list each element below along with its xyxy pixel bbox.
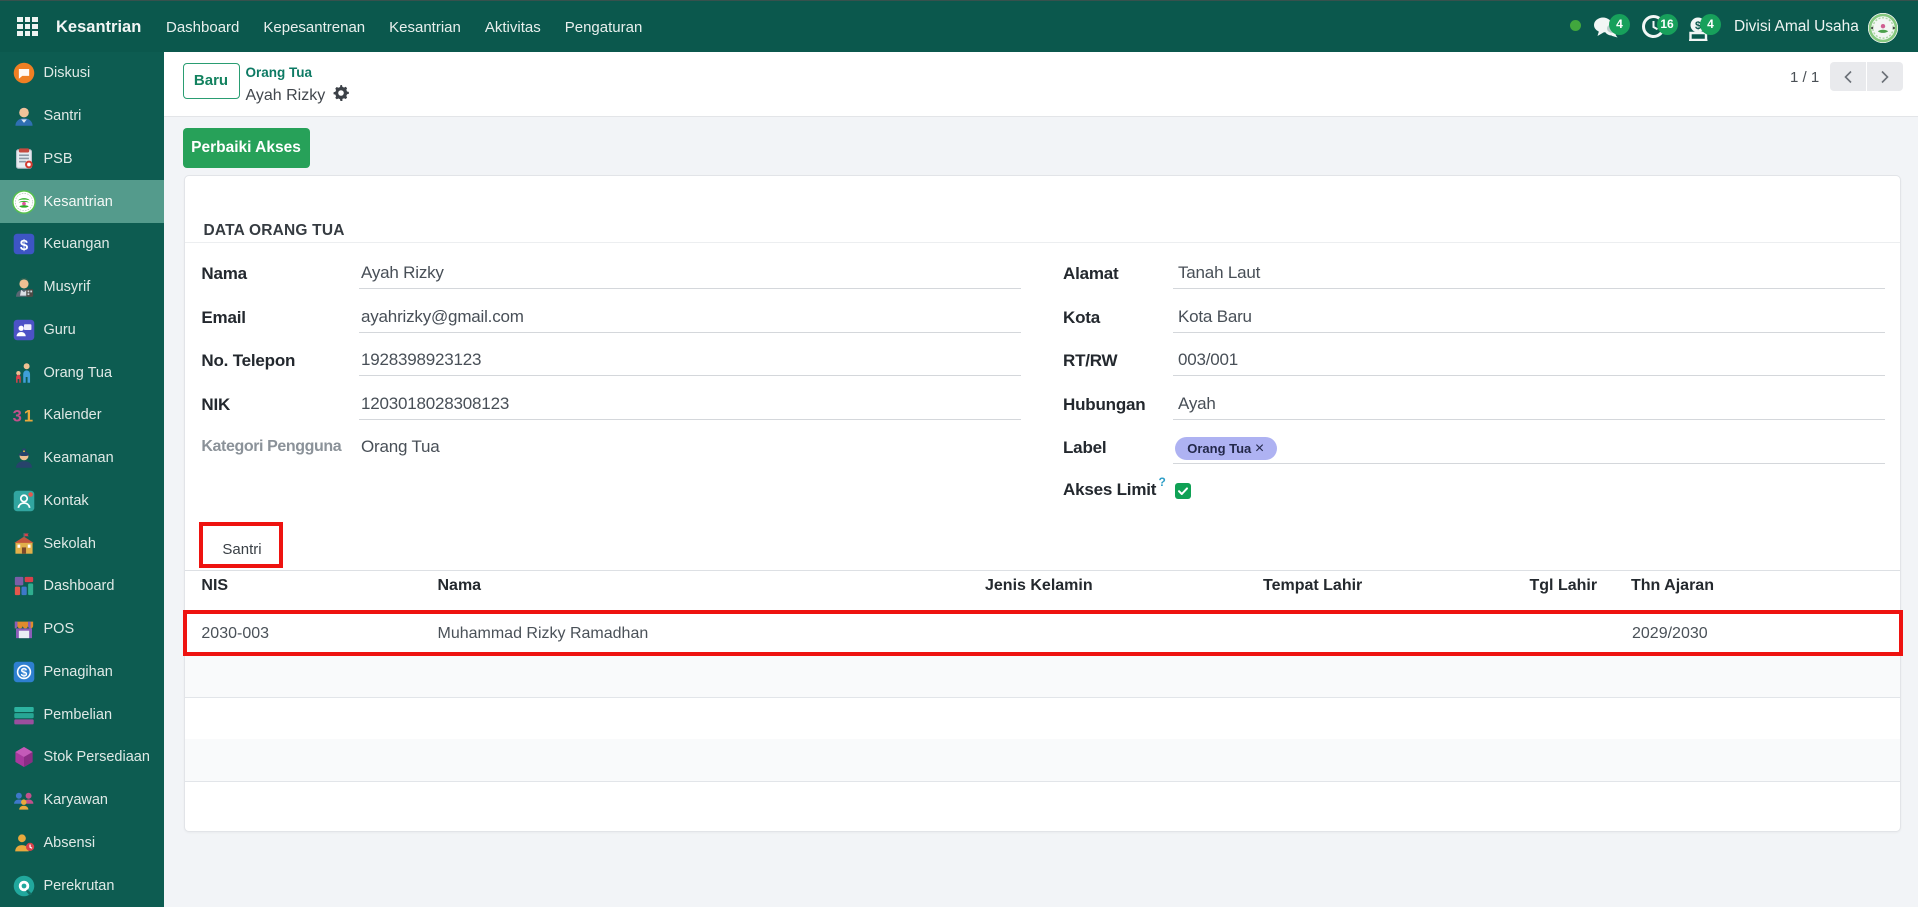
svg-text:$: $ bbox=[21, 665, 28, 679]
svg-text:1: 1 bbox=[24, 407, 33, 426]
svg-text:$: $ bbox=[20, 238, 29, 254]
svg-text:3: 3 bbox=[13, 407, 22, 426]
